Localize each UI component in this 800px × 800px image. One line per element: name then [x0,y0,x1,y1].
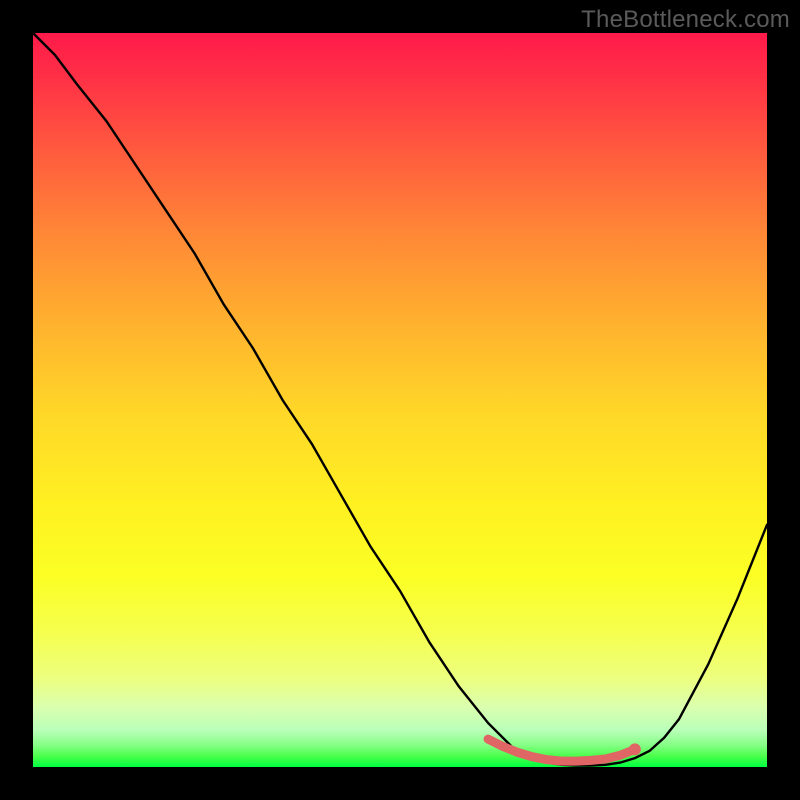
bottleneck-curve [33,33,767,766]
sweet-spot-path [488,739,635,761]
chart-svg [33,33,767,767]
sweet-spot-end-dot [629,743,641,755]
plot-area [33,33,767,767]
watermark-text: TheBottleneck.com [581,6,790,34]
chart-container: TheBottleneck.com [0,0,800,800]
